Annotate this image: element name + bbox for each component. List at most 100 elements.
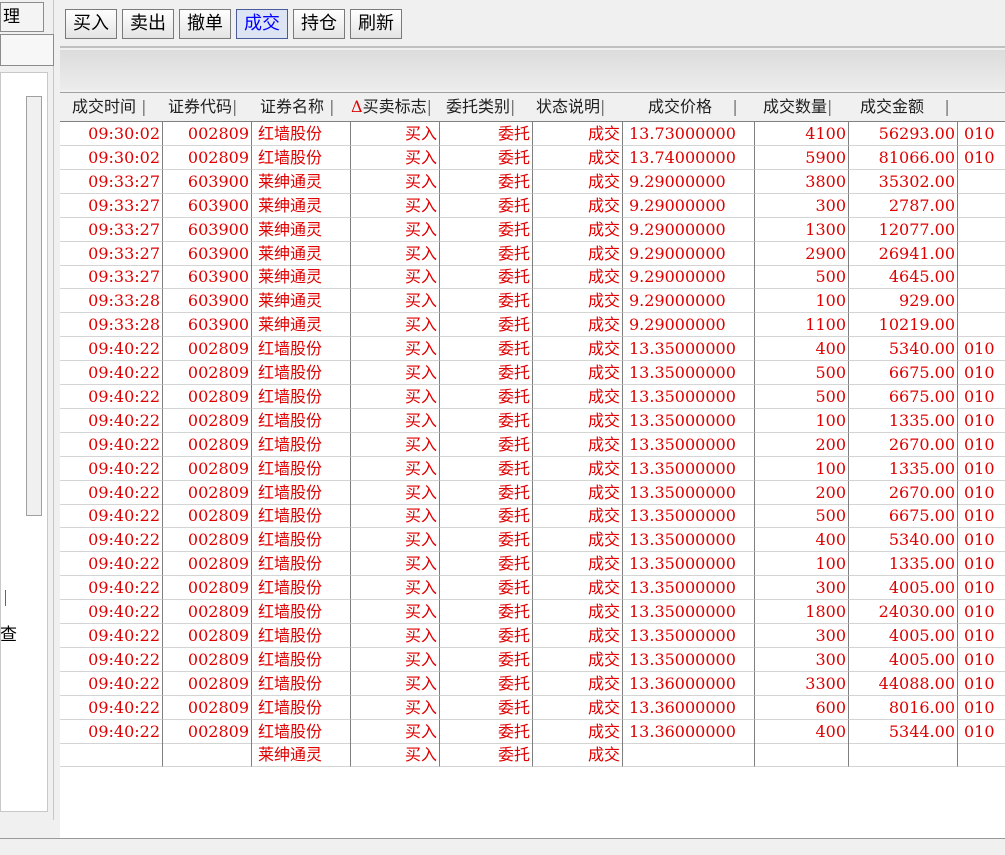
table-row[interactable]: 09:40:22 002809 红墙股份 买入 委托 成交 13.35000000 400 53… — [60, 337, 1005, 362]
cell-account: 010 — [958, 672, 1005, 696]
cell-buy-sell: 买入 — [351, 265, 440, 290]
table-row[interactable]: 09:33:27 603900 莱绅通灵 买入 委托 成交 9.29000000 3800 35… — [60, 169, 1005, 194]
table-row[interactable]: 09:40:22 002809 红墙股份 买入 委托 成交 13.35000000 100 13… — [60, 408, 1005, 433]
table-row[interactable]: 09:33:28 603900 莱绅通灵 买入 委托 成交 9.29000000 1100 10… — [60, 313, 1005, 338]
col-header-price[interactable]: 成交价格 | — [648, 93, 738, 122]
cell-security-code: 002809 — [163, 480, 252, 505]
cell-amount: 4005.00 — [849, 647, 958, 672]
table-row[interactable]: 09:40:22 002809 红墙股份 买入 委托 成交 13.35000000 200 26… — [60, 432, 1005, 457]
cell-security-code: 603900 — [163, 289, 252, 314]
cell-security-code: 002809 — [163, 337, 252, 362]
cell-quantity: 200 — [755, 480, 849, 505]
cell-security-code: 002809 — [163, 647, 252, 672]
cell-security-name: 红墙股份 — [252, 600, 351, 624]
col-header-order-type[interactable]: 委托类别| — [446, 93, 515, 122]
cell-security-name: 莱绅通灵 — [252, 217, 351, 242]
cell-price: 13.35000000 — [623, 600, 755, 624]
cell-security-code: 002809 — [163, 695, 252, 720]
cell-account: 010 — [958, 528, 1005, 553]
buy-button[interactable]: 买入 — [65, 9, 117, 39]
cell-quantity: 300 — [755, 647, 849, 672]
table-row[interactable]: 09:33:28 603900 莱绅通灵 买入 委托 成交 9.29000000 100 929… — [60, 289, 1005, 314]
cell-buy-sell: 买入 — [351, 623, 440, 648]
table-row[interactable]: 09:40:22 002809 红墙股份 买入 委托 成交 13.35000000 100 13… — [60, 456, 1005, 481]
col-header-security-name[interactable]: 证券名称 | — [260, 93, 335, 122]
cell-order-type: 委托 — [440, 289, 533, 314]
table-row[interactable]: 09:40:22 002809 红墙股份 买入 委托 成交 13.35000000 300 40… — [60, 647, 1005, 672]
table-row[interactable]: 09:40:22 002809 红墙股份 买入 委托 成交 13.36000000 3300 4… — [60, 671, 1005, 696]
left-scrollbar[interactable] — [26, 96, 42, 516]
cell-account: 010 — [958, 146, 1005, 170]
table-row[interactable]: 09:40:22 002809 红墙股份 买入 委托 成交 13.35000000 100 13… — [60, 552, 1005, 577]
cell-account: 010 — [958, 504, 1005, 529]
cell-buy-sell: 买入 — [351, 600, 440, 624]
cell-buy-sell: 买入 — [351, 743, 440, 768]
status-bar — [0, 838, 1005, 855]
cell-security-code: 002809 — [163, 528, 252, 553]
table-row[interactable]: 09:33:27 603900 莱绅通灵 买入 委托 成交 9.29000000 500 464… — [60, 265, 1005, 290]
cell-status: 成交 — [533, 528, 623, 553]
col-header-trade-time[interactable]: 成交时间 | — [72, 93, 147, 122]
sell-button[interactable]: 卖出 — [122, 9, 174, 39]
cell-buy-sell: 买入 — [351, 552, 440, 577]
table-row[interactable]: 09:30:02 002809 红墙股份 买入 委托 成交 13.74000000 5900 8… — [60, 145, 1005, 170]
cell-account: 010 — [958, 337, 1005, 362]
table-row[interactable]: 09:40:22 002809 红墙股份 买入 委托 成交 13.36000000 400 53… — [60, 719, 1005, 744]
col-header-status[interactable]: 状态说明| — [536, 93, 605, 122]
table-row[interactable]: 09:40:22 002809 红墙股份 买入 委托 成交 13.36000000 600 80… — [60, 695, 1005, 720]
table-row[interactable]: 09:40:22 002809 红墙股份 买入 委托 成交 13.35000000 300 40… — [60, 623, 1005, 648]
table-row[interactable]: 09:40:22 002809 红墙股份 买入 委托 成交 13.35000000 500 66… — [60, 361, 1005, 385]
cell-order-type: 委托 — [440, 169, 533, 194]
left-tab[interactable]: 理 — [0, 2, 44, 32]
table-row[interactable]: 09:30:02 002809 红墙股份 买入 委托 成交 13.73000000 4100 5… — [60, 122, 1005, 146]
table-row[interactable]: 09:40:22 002809 红墙股份 买入 委托 成交 13.35000000 500 66… — [60, 504, 1005, 529]
cell-buy-sell: 买入 — [351, 241, 440, 266]
cell-status: 成交 — [533, 384, 623, 409]
cell-trade-time: 09:40:22 — [60, 361, 163, 385]
left-tab-secondary[interactable] — [0, 34, 54, 66]
cancel-order-button[interactable]: 撤单 — [179, 9, 231, 39]
toolbar-separator — [60, 46, 1005, 48]
positions-button[interactable]: 持仓 — [293, 9, 345, 39]
table-row[interactable]: 莱绅通灵 买入 委托 成交 — [60, 743, 1005, 768]
table-row[interactable]: 09:40:22 002809 红墙股份 买入 委托 成交 13.35000000 500 66… — [60, 384, 1005, 409]
cell-amount: 8016.00 — [849, 695, 958, 720]
table-row[interactable]: 09:40:22 002809 红墙股份 买入 委托 成交 13.35000000 1800 2… — [60, 600, 1005, 624]
cell-trade-time: 09:40:22 — [60, 671, 163, 696]
cell-order-type: 委托 — [440, 217, 533, 242]
cell-security-name: 红墙股份 — [252, 671, 351, 696]
col-header-quantity[interactable]: 成交数量| — [763, 93, 832, 122]
cell-buy-sell: 买入 — [351, 145, 440, 170]
cell-account: 010 — [958, 600, 1005, 624]
table-row[interactable]: 09:33:27 603900 莱绅通灵 买入 委托 成交 9.29000000 2900 26… — [60, 241, 1005, 266]
table-row[interactable]: 09:40:22 002809 红墙股份 买入 委托 成交 13.35000000 400 53… — [60, 528, 1005, 553]
table-row[interactable]: 09:33:27 603900 莱绅通灵 买入 委托 成交 9.29000000 1300 12… — [60, 217, 1005, 242]
cell-price: 9.29000000 — [623, 265, 755, 290]
table-row[interactable]: 09:40:22 002809 红墙股份 买入 委托 成交 13.35000000 300 40… — [60, 576, 1005, 601]
cell-order-type: 委托 — [440, 361, 533, 385]
cell-security-code: 002809 — [163, 361, 252, 385]
col-header-security-code[interactable]: 证券代码| — [168, 93, 237, 122]
cell-amount: 5344.00 — [849, 719, 958, 744]
left-menu-item-query[interactable]: 查 — [0, 620, 17, 645]
cell-order-type: 委托 — [440, 600, 533, 624]
table-row[interactable]: 09:33:27 603900 莱绅通灵 买入 委托 成交 9.29000000 300 278… — [60, 193, 1005, 218]
col-header-buy-sell[interactable]: Δ买卖标志| — [351, 93, 432, 122]
cell-price — [623, 743, 755, 768]
cell-amount: 35302.00 — [849, 169, 958, 194]
cell-order-type: 委托 — [440, 480, 533, 505]
trades-button[interactable]: 成交 — [236, 9, 288, 39]
cell-buy-sell: 买入 — [351, 576, 440, 601]
table-row[interactable]: 09:40:22 002809 红墙股份 买入 委托 成交 13.35000000 200 26… — [60, 480, 1005, 505]
cell-status: 成交 — [533, 456, 623, 481]
cell-account: 010 — [958, 433, 1005, 457]
col-header-amount[interactable]: 成交金额 | — [860, 93, 950, 122]
cell-account — [958, 218, 1005, 242]
cell-security-name: 红墙股份 — [252, 408, 351, 433]
cell-status: 成交 — [533, 217, 623, 242]
refresh-button[interactable]: 刷新 — [350, 9, 402, 39]
cell-order-type: 委托 — [440, 193, 533, 218]
cell-buy-sell: 买入 — [351, 217, 440, 242]
cell-amount: 4005.00 — [849, 623, 958, 648]
cell-security-name: 莱绅通灵 — [252, 193, 351, 218]
